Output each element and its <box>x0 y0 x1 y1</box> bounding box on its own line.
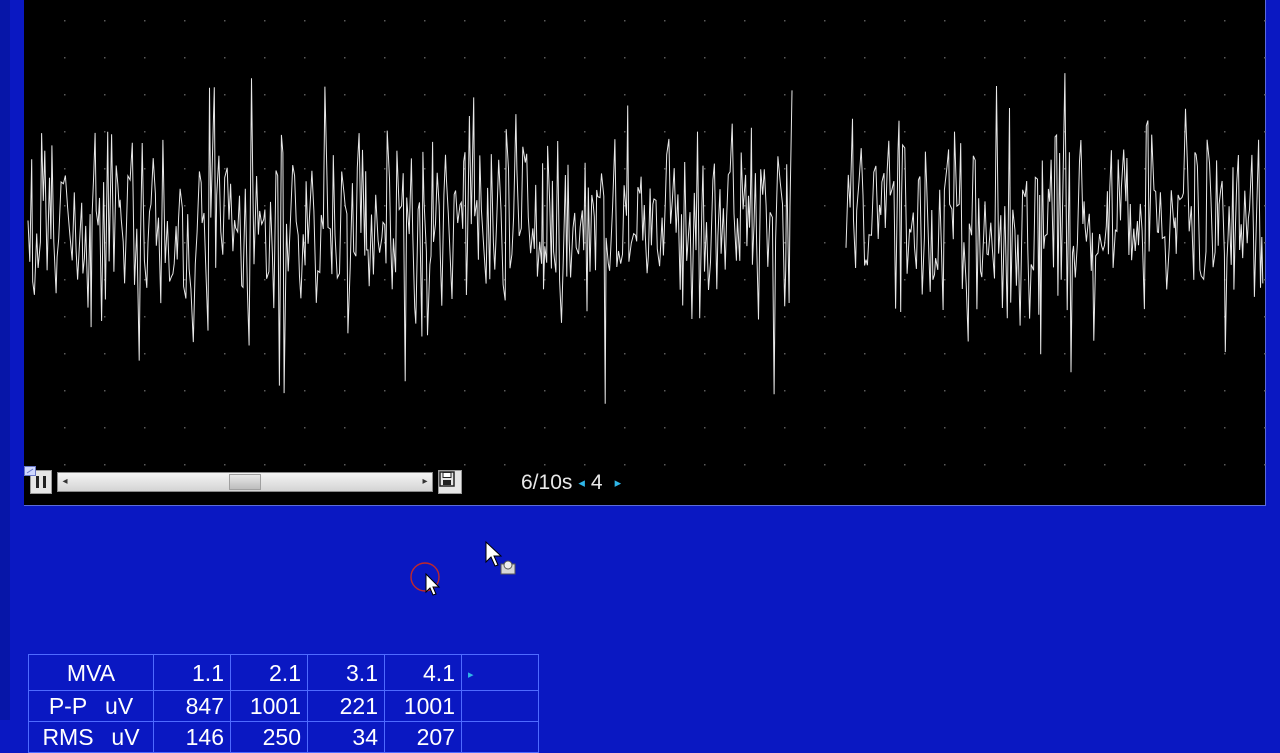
table-cell: 34 <box>307 721 385 753</box>
header-cell-more[interactable]: ▸ <box>461 654 539 691</box>
table-header-row: MVA 1.1 2.1 3.1 4.1 ▸ <box>28 654 539 691</box>
scroll-right-arrow-icon[interactable]: ▸ <box>418 473 432 491</box>
header-cell: MVA <box>28 654 154 691</box>
expand-icon[interactable] <box>24 466 36 476</box>
emg-burst-1 <box>27 78 793 404</box>
time-window-label: 6/10s <box>521 471 573 494</box>
header-cell[interactable]: 1.1 <box>153 654 231 691</box>
emg-waveform-display[interactable]: ◂ ▸ 6/10s ◂ 4 ▸ <box>24 0 1266 506</box>
emg-traces <box>27 73 1264 404</box>
cursor-arrow-icon <box>485 540 516 575</box>
table-row: RMS uV 146 250 34 207 <box>28 721 539 753</box>
pause-icon <box>34 476 48 488</box>
table-cell: 221 <box>307 690 385 722</box>
target-circle-icon <box>410 562 441 596</box>
table-row: P-P uV 847 1001 221 1001 <box>28 690 539 722</box>
table-cell <box>461 721 539 753</box>
timeline-scrollbar[interactable]: ◂ ▸ <box>57 472 433 492</box>
time-readout: 6/10s ◂ 4 ▸ <box>521 470 627 496</box>
table-cell <box>461 690 539 722</box>
playback-controls: ◂ ▸ 6/10s ◂ 4 ▸ <box>24 466 1266 500</box>
row-label: RMS uV <box>28 721 154 753</box>
scroll-thumb[interactable] <box>229 474 261 490</box>
header-cell[interactable]: 3.1 <box>307 654 385 691</box>
emg-burst-2 <box>845 73 1264 373</box>
table-cell: 250 <box>230 721 308 753</box>
more-columns-arrow-icon[interactable]: ▸ <box>468 669 474 681</box>
table-cell: 1001 <box>384 690 462 722</box>
table-cell: 847 <box>153 690 231 722</box>
row-label: P-P uV <box>28 690 154 722</box>
header-cell[interactable]: 2.1 <box>230 654 308 691</box>
measurement-table: MVA 1.1 2.1 3.1 4.1 ▸ P-P uV 847 1001 221… <box>28 654 539 753</box>
save-button[interactable] <box>438 470 462 494</box>
header-cell[interactable]: 4.1 <box>384 654 462 691</box>
scroll-left-arrow-icon[interactable]: ◂ <box>58 473 72 491</box>
page-number: 4 <box>590 471 603 494</box>
save-icon <box>439 471 455 487</box>
left-panel-edge <box>0 0 10 720</box>
table-cell: 207 <box>384 721 462 753</box>
table-cell: 146 <box>153 721 231 753</box>
waveform-canvas <box>27 20 1266 466</box>
page-next-arrow-icon[interactable]: ▸ <box>615 470 622 496</box>
page-prev-arrow-icon[interactable]: ◂ <box>578 470 585 496</box>
table-cell: 1001 <box>230 690 308 722</box>
